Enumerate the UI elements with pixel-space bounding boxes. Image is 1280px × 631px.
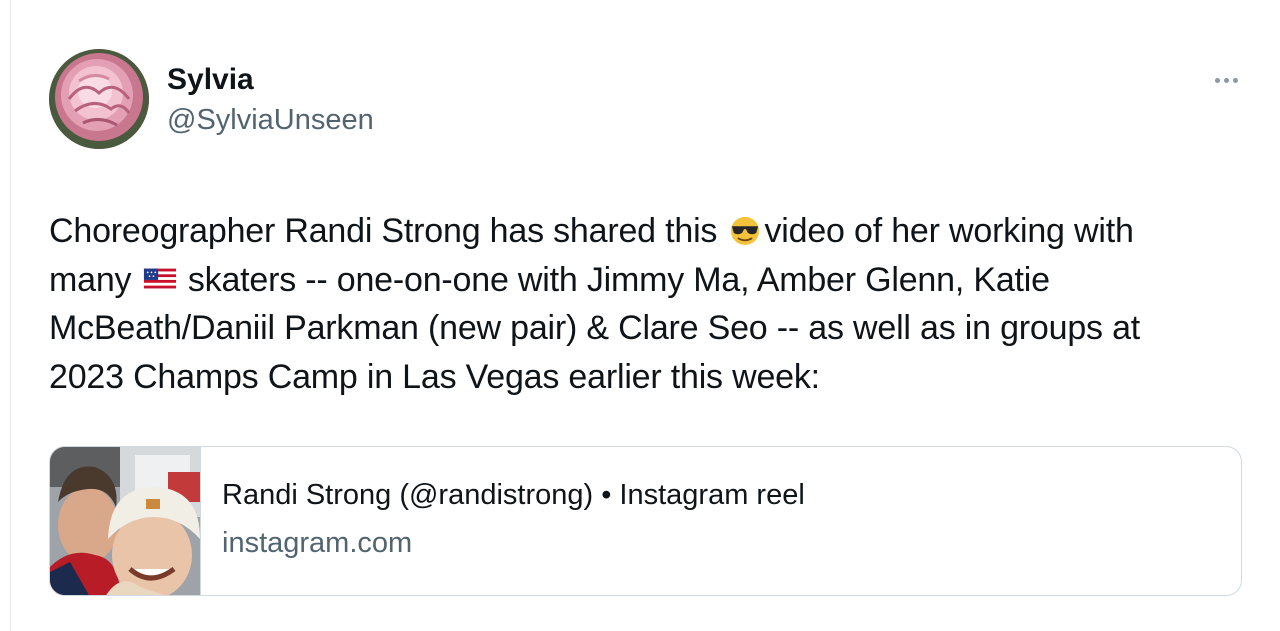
tweet-text: Choreographer Randi Strong has shared th… [49, 207, 1244, 401]
link-preview-thumbnail [50, 447, 201, 595]
link-preview-title: Randi Strong (@randistrong) • Instagram … [222, 479, 805, 511]
tweet-line-2: many skaters -- one-on-one with Jimmy Ma… [49, 256, 1244, 305]
tweet-line-3: McBeath/Daniil Parkman (new pair) & Clar… [49, 309, 1141, 347]
author-block: Sylvia @SylviaUnseen [167, 62, 374, 139]
link-preview-domain: instagram.com [222, 527, 413, 559]
tweet-line-1: Choreographer Randi Strong has shared th… [49, 207, 1244, 256]
link-preview-card[interactable]: Randi Strong (@randistrong) • Instagram … [49, 446, 1242, 596]
tweet-text-segment: video of her working with [764, 212, 1134, 250]
link-preview-text: Randi Strong (@randistrong) • Instagram … [201, 447, 805, 595]
more-dot [1223, 77, 1229, 83]
timeline-divider [10, 0, 11, 631]
tweet-text-segment: Choreographer Randi Strong has shared th… [49, 212, 727, 250]
tweet-text-segment: skaters -- one-on-one with Jimmy Ma, Amb… [178, 260, 1050, 299]
more-horizontal-icon[interactable] [1208, 70, 1244, 90]
more-dot [1214, 77, 1220, 83]
more-dot [1232, 77, 1238, 83]
sunglasses-face-emoji [731, 216, 760, 245]
author-handle[interactable]: @SylviaUnseen [167, 101, 374, 139]
author-display-name[interactable]: Sylvia [167, 62, 374, 98]
skaters-photo-image [50, 447, 200, 595]
us-flag-emoji [143, 268, 176, 289]
tweet-container: Sylvia @SylviaUnseen Choreographer Randi… [0, 0, 1280, 631]
avatar[interactable] [49, 49, 149, 149]
peony-avatar-image [49, 49, 149, 149]
tweet-line-4: 2023 Champs Camp in Las Vegas earlier th… [49, 357, 820, 396]
tweet-text-segment: many [49, 260, 141, 299]
